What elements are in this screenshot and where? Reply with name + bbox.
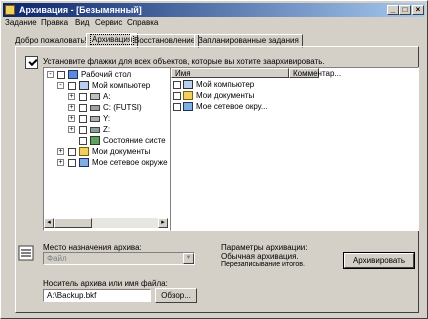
column-header-comment[interactable]: Комментар... bbox=[289, 68, 341, 78]
checkbox-instruction-icon bbox=[25, 56, 38, 69]
destination-label: Место назначения архива: bbox=[43, 243, 142, 252]
computer-icon bbox=[79, 81, 89, 90]
network-drive-icon bbox=[90, 127, 100, 133]
desktop-icon bbox=[68, 70, 78, 79]
tree-checkbox[interactable] bbox=[79, 115, 87, 123]
menu-job[interactable]: Задание bbox=[5, 18, 37, 27]
my-documents-icon bbox=[183, 91, 193, 100]
network-places-icon bbox=[79, 158, 89, 167]
system-state-icon bbox=[90, 136, 100, 145]
media-label: Носитель архива или имя файла: bbox=[43, 279, 168, 288]
expand-icon[interactable]: + bbox=[68, 93, 75, 100]
browse-button[interactable]: Обзор... bbox=[155, 288, 197, 303]
tree-horizontal-scrollbar[interactable]: ◂ ▸ bbox=[44, 218, 168, 228]
destination-select[interactable]: Файл ▼ bbox=[43, 252, 195, 265]
hard-drive-icon bbox=[90, 105, 100, 111]
menu-help[interactable]: Справка bbox=[127, 18, 158, 27]
expand-icon[interactable]: + bbox=[68, 126, 75, 133]
params-overwrite: Перезаписывание итогов. bbox=[221, 261, 305, 268]
floppy-drive-icon bbox=[90, 93, 100, 100]
collapse-icon[interactable]: - bbox=[57, 82, 64, 89]
media-filename-input[interactable]: A:\Backup.bkf bbox=[43, 289, 151, 302]
instruction-text: Установите флажки для всех объектов, кот… bbox=[43, 57, 325, 66]
scroll-right-button[interactable]: ▸ bbox=[158, 218, 168, 228]
list-checkbox[interactable] bbox=[173, 92, 181, 100]
backup-window: Архивация - [Безымянный] _ □ × Задание П… bbox=[0, 0, 428, 319]
expand-icon[interactable]: + bbox=[57, 148, 64, 155]
menu-tools[interactable]: Сервис bbox=[95, 18, 122, 27]
list-checkbox[interactable] bbox=[173, 81, 181, 89]
scroll-thumb[interactable] bbox=[54, 218, 92, 228]
expand-icon[interactable]: + bbox=[57, 159, 64, 166]
tree-checkbox[interactable] bbox=[79, 126, 87, 134]
close-button[interactable]: × bbox=[412, 5, 424, 15]
my-documents-icon bbox=[79, 147, 89, 156]
backup-app-icon[interactable] bbox=[5, 5, 15, 15]
tree-checkbox[interactable] bbox=[79, 137, 87, 145]
maximize-button[interactable]: □ bbox=[399, 5, 411, 15]
title-bar[interactable]: Архивация - [Безымянный] _ □ × bbox=[3, 3, 425, 17]
backup-settings-icon bbox=[18, 245, 34, 261]
tree-checkbox[interactable] bbox=[79, 104, 87, 112]
tree-checkbox[interactable] bbox=[68, 159, 76, 167]
collapse-icon[interactable]: - bbox=[47, 71, 54, 78]
params-title: Параметры архивации: bbox=[221, 243, 308, 252]
tree-checkbox[interactable] bbox=[68, 148, 76, 156]
destination-value: Файл bbox=[47, 254, 67, 263]
column-header-name[interactable]: Имя bbox=[171, 68, 289, 78]
start-backup-button[interactable]: Архивировать bbox=[343, 252, 415, 269]
menu-edit[interactable]: Правка bbox=[41, 18, 68, 27]
minimize-button[interactable]: _ bbox=[387, 5, 399, 15]
cd-drive-icon bbox=[90, 116, 100, 122]
computer-icon bbox=[183, 80, 193, 89]
chevron-down-icon[interactable]: ▼ bbox=[183, 253, 194, 264]
tree-checkbox[interactable] bbox=[68, 82, 76, 90]
media-filename-value: A:\Backup.bkf bbox=[47, 291, 97, 300]
tree-checkbox[interactable] bbox=[57, 71, 65, 79]
window-title: Архивация - [Безымянный] bbox=[19, 5, 142, 15]
list-checkbox[interactable] bbox=[173, 103, 181, 111]
tree-checkbox[interactable] bbox=[79, 93, 87, 101]
contents-list-view[interactable]: Имя Комментар... Мой компьютер Мои докум… bbox=[170, 67, 419, 231]
scroll-left-button[interactable]: ◂ bbox=[44, 218, 54, 228]
network-places-icon bbox=[183, 102, 193, 111]
menu-view[interactable]: Вид bbox=[75, 18, 89, 27]
expand-icon[interactable]: + bbox=[68, 104, 75, 111]
params-mode: Обычная архивация. bbox=[221, 252, 299, 261]
expand-icon[interactable]: + bbox=[68, 115, 75, 122]
tree-view[interactable]: - Рабочий стол - Мой компьютер + A: + C:… bbox=[43, 67, 171, 231]
